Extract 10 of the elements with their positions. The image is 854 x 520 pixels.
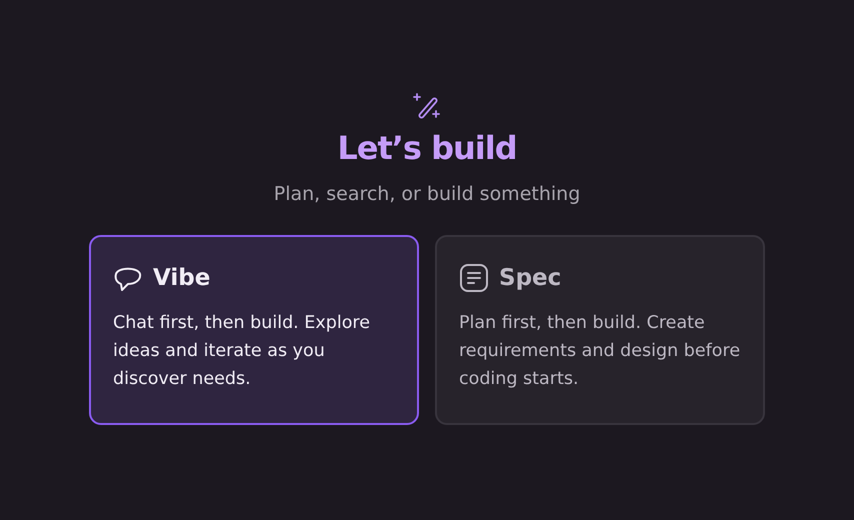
- subtitle: Plan, search, or build something: [274, 183, 580, 205]
- heading: Let’s build: [337, 129, 517, 167]
- mode-description: Plan first, then build. Create requirements and design before coding starts.: [459, 312, 741, 391]
- mode-description: Chat first, then build. Explore ideas and iterate as you discover needs.: [113, 312, 371, 391]
- mode-title: Vibe: [153, 265, 210, 291]
- document-icon: [459, 263, 489, 293]
- mode-card[interactable]: Vibe Chat first, then build. Explore ideas and iterate as you discover needs.: [89, 235, 419, 425]
- mode-card[interactable]: Spec Plan first, then build. Create requirements and design before coding starts.: [435, 235, 765, 425]
- magic-wand-icon: [413, 91, 441, 119]
- mode-title: Spec: [499, 265, 562, 291]
